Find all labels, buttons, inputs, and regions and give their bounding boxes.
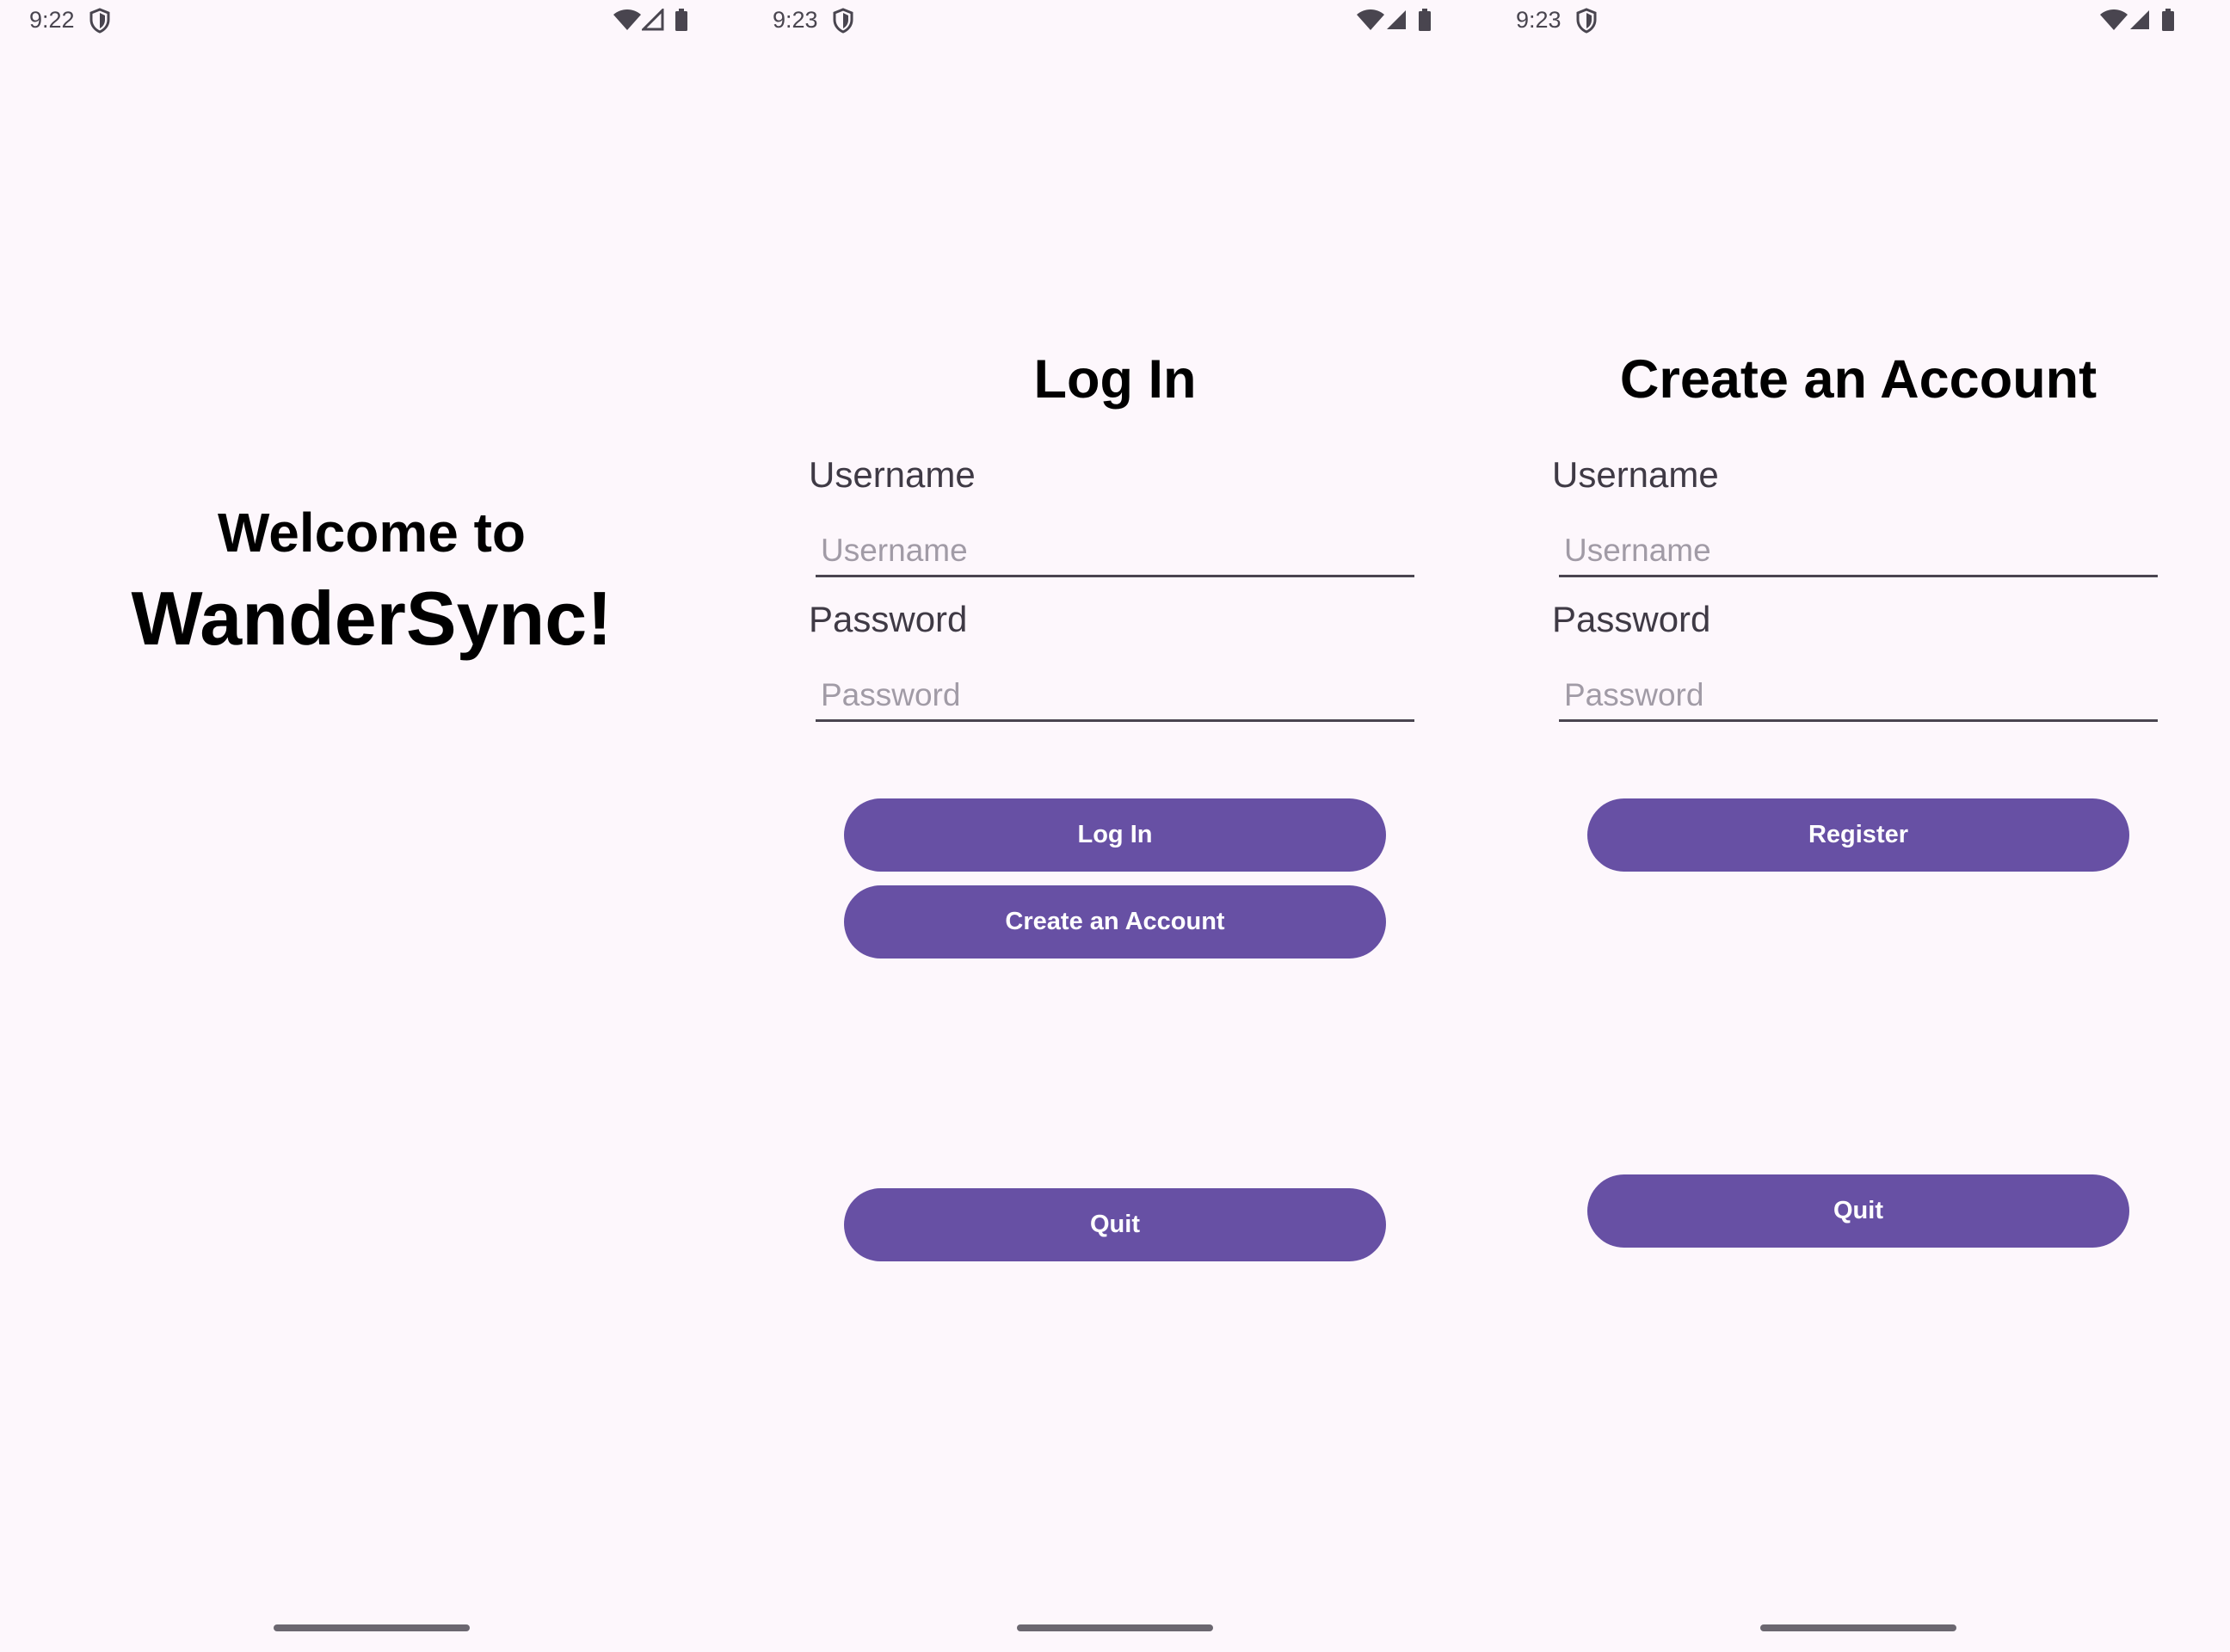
status-time: 9:22: [29, 7, 75, 33]
username-input[interactable]: [1559, 526, 2158, 577]
register-button[interactable]: Register: [1587, 798, 2129, 872]
username-input[interactable]: [816, 526, 1414, 577]
password-label: Password: [809, 599, 968, 639]
home-indicator[interactable]: [1017, 1624, 1213, 1631]
quit-button[interactable]: Quit: [844, 1188, 1386, 1261]
home-indicator[interactable]: [274, 1624, 470, 1631]
shield-icon: [1576, 8, 1597, 34]
status-bar: 9:23: [1487, 0, 2230, 43]
cellular-signal-icon: [642, 9, 664, 31]
status-time: 9:23: [1516, 7, 1562, 33]
wifi-icon: [613, 9, 641, 30]
shield-icon: [833, 8, 853, 34]
register-screen: 9:23 Create an Account Username Username…: [1487, 0, 2230, 1652]
shield-icon: [89, 8, 110, 34]
password-label: Password: [1552, 599, 1711, 639]
status-bar: 9:23: [743, 0, 1487, 43]
welcome-heading: Welcome to: [218, 502, 526, 564]
page-title: Create an Account: [1619, 349, 2098, 410]
status-time: 9:23: [773, 7, 818, 33]
login-screen: 9:23 Log In Username Password: [743, 0, 1487, 1652]
cellular-signal-icon: [1387, 10, 1406, 29]
page-title: Log In: [1033, 349, 1197, 410]
wifi-icon: [2100, 9, 2128, 30]
app-name-heading: WanderSync!: [131, 576, 613, 661]
battery-icon: [2162, 9, 2174, 31]
username-label: Username: [1552, 454, 1719, 495]
home-indicator[interactable]: [1760, 1624, 1956, 1631]
cellular-signal-icon: [2130, 10, 2149, 29]
username-label: Username: [809, 454, 976, 495]
login-button[interactable]: Log In: [844, 798, 1386, 872]
create-account-button[interactable]: Create an Account: [844, 885, 1386, 959]
welcome-screen: 9:22 Welcome to WanderSync!: [0, 0, 743, 1652]
battery-icon: [675, 9, 687, 31]
status-bar: 9:22: [0, 0, 743, 43]
quit-button[interactable]: Quit: [1587, 1174, 2129, 1248]
password-input[interactable]: [816, 670, 1414, 722]
password-input[interactable]: [1559, 670, 2158, 722]
battery-icon: [1419, 9, 1431, 31]
wifi-icon: [1357, 9, 1384, 30]
